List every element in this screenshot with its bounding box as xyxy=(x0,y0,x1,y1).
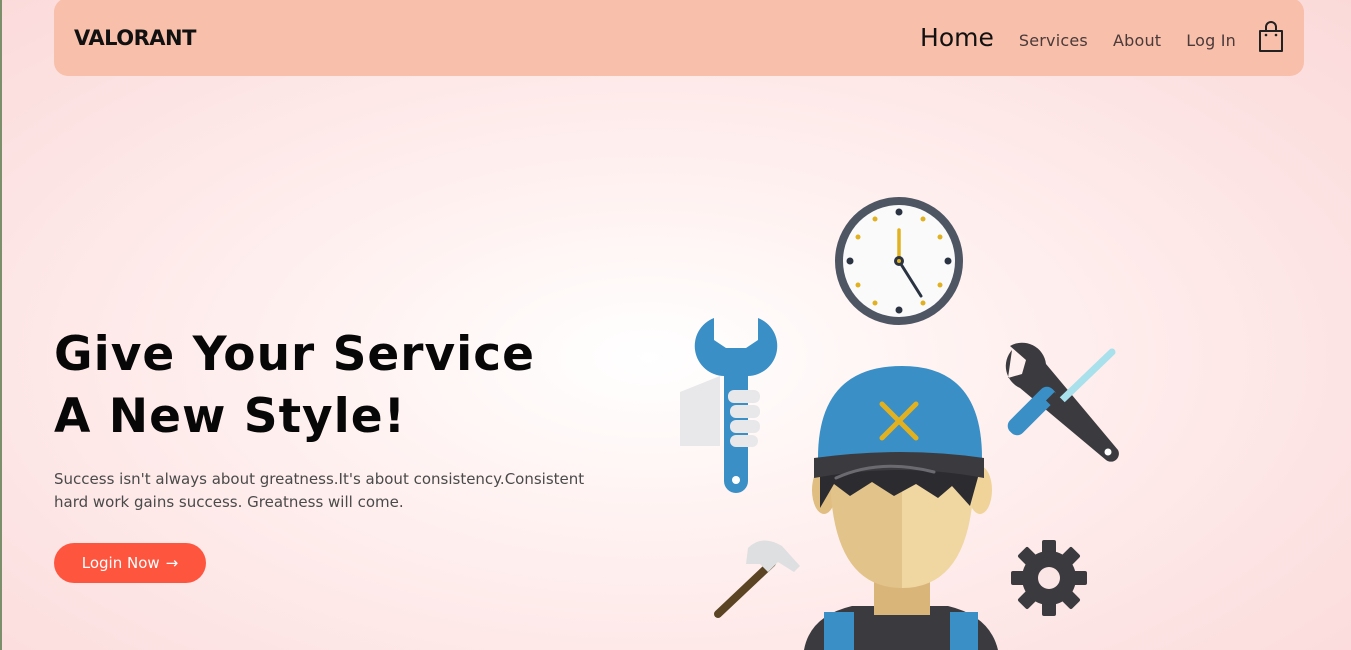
wrench-hand-icon xyxy=(680,318,778,493)
login-now-label: Login Now xyxy=(81,554,160,572)
hero-description: Success isn't always about greatness.It'… xyxy=(54,470,585,511)
nav-services[interactable]: Services xyxy=(1019,25,1088,50)
svg-text:VALORANT: VALORANT xyxy=(74,26,197,48)
nav-about[interactable]: About xyxy=(1113,25,1161,50)
hero-title-line2: A New Style! xyxy=(54,389,407,444)
nav-login[interactable]: Log In xyxy=(1186,25,1236,50)
hammer-icon xyxy=(714,540,800,618)
worker-figure xyxy=(804,366,998,650)
nav-home[interactable]: Home xyxy=(920,23,994,52)
navbar: VALORANT Home Services About Log In xyxy=(54,0,1304,76)
hero-title-line1: Give Your Service xyxy=(54,327,535,382)
main-nav: Home Services About Log In xyxy=(920,21,1284,53)
worker-illustration xyxy=(680,197,1119,650)
valorant-logo: VALORANT xyxy=(74,26,198,48)
gear-icon xyxy=(1011,540,1087,616)
wrench-screwdriver-icon xyxy=(1005,342,1119,462)
clock-icon xyxy=(835,197,963,325)
arrow-right-icon: → xyxy=(165,554,179,572)
shopping-bag-icon[interactable] xyxy=(1258,21,1284,53)
brand-logo[interactable]: VALORANT xyxy=(74,26,202,48)
login-now-button[interactable]: Login Now → xyxy=(54,543,206,583)
hero-title: Give Your Service A New Style! xyxy=(54,324,535,448)
